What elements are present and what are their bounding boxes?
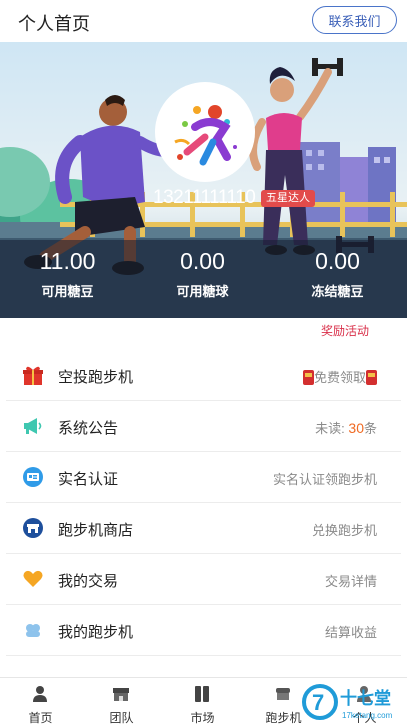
menu-label: 我的跑步机 (58, 624, 134, 641)
treadmill-icon (276, 688, 290, 700)
tab-market[interactable]: 市场 (162, 678, 243, 725)
watermark-logo: 7 十七堂 17ketang.com (302, 684, 393, 720)
balance-stats: 11.00 可用糖豆 0.00 可用糖球 0.00 冻结糖豆 (0, 240, 407, 318)
stat-available-balls: 0.00 可用糖球 (135, 248, 270, 300)
menu-right-label: 免费领取 (313, 370, 366, 385)
gift-icon (23, 366, 43, 385)
tab-label: 首页 (28, 711, 53, 725)
profile-banner: 13211111110 五星达人 11.00 可用糖豆 0.00 可用糖球 0.… (0, 42, 407, 318)
svg-text:十七堂: 十七堂 (340, 688, 391, 709)
menu-list: 空投跑步机 免费领取 系统公告 未读: 30条 实名认证 实名认证领跑步机 跑步… (0, 350, 407, 656)
unread-count: 未读: 30条 (315, 418, 377, 437)
page-title: 个人首页 (18, 14, 90, 34)
tab-home[interactable]: 首页 (0, 678, 81, 725)
phone-number: 13211111110 (153, 187, 256, 208)
stat-value: 0.00 (315, 248, 360, 274)
stat-label: 可用糖球 (176, 284, 229, 299)
svg-text:7: 7 (312, 690, 324, 715)
red-envelope-icon (302, 370, 314, 385)
unread-suffix: 条 (363, 421, 377, 436)
columns-icon (195, 686, 209, 702)
store-icon (23, 518, 43, 538)
running-figure-icon (174, 105, 237, 166)
avatar[interactable] (155, 82, 255, 182)
tab-label: 团队 (109, 711, 134, 725)
menu-item-airdrop-treadmill[interactable]: 空投跑步机 免费领取 (6, 350, 401, 401)
red-envelope-icon (366, 370, 377, 385)
personal-home-page: 个人首页 联系我们 13211111110 五星达人 11.00 可用糖豆 0.… (0, 0, 407, 725)
site-watermark: 7 十七堂 17ketang.com (300, 680, 404, 724)
stat-available-beans: 11.00 可用糖豆 (0, 248, 135, 300)
tab-label: 市场 (190, 711, 215, 725)
reward-activity-link[interactable]: 奖励活动 (321, 322, 369, 339)
menu-label: 系统公告 (58, 420, 119, 437)
menu-right-text: 兑换跑步机 (311, 523, 377, 538)
heart-icon (23, 570, 43, 587)
menu-label: 实名认证 (58, 471, 119, 488)
menu-item-treadmill-store[interactable]: 跑步机商店 兑换跑步机 (6, 503, 401, 554)
top-header: 个人首页 联系我们 (0, 0, 407, 42)
unread-prefix: 未读: (315, 421, 345, 436)
contact-us-button[interactable]: 联系我们 (312, 6, 397, 34)
stat-value: 11.00 (39, 248, 96, 274)
stat-frozen-beans: 0.00 冻结糖豆 (270, 248, 405, 300)
menu-right-text: 免费领取 (302, 367, 377, 386)
rank-badge: 五星达人 (261, 190, 315, 207)
menu-label: 我的交易 (58, 573, 119, 590)
stat-label: 冻结糖豆 (311, 284, 364, 299)
shop-icon (113, 688, 129, 701)
menu-right-text: 结算收益 (324, 625, 377, 640)
stat-value: 0.00 (180, 248, 225, 274)
treadmill-icon (26, 624, 40, 637)
stat-label: 可用糖豆 (41, 284, 94, 299)
unread-number: 30 (348, 420, 364, 436)
menu-item-my-treadmill[interactable]: 我的跑步机 结算收益 (6, 605, 401, 656)
tab-team[interactable]: 团队 (81, 678, 162, 725)
menu-item-system-notice[interactable]: 系统公告 未读: 30条 (6, 401, 401, 452)
menu-item-my-transactions[interactable]: 我的交易 交易详情 (6, 554, 401, 605)
menu-label: 跑步机商店 (58, 522, 134, 539)
megaphone-icon (24, 418, 42, 434)
user-icon (33, 686, 47, 702)
menu-item-real-name-auth[interactable]: 实名认证 实名认证领跑步机 (6, 452, 401, 503)
menu-right-text: 实名认证领跑步机 (272, 472, 377, 487)
menu-right-text: 交易详情 (324, 574, 377, 589)
svg-text:17ketang.com: 17ketang.com (342, 711, 393, 720)
id-card-icon (23, 467, 43, 487)
menu-label: 空投跑步机 (58, 369, 134, 386)
